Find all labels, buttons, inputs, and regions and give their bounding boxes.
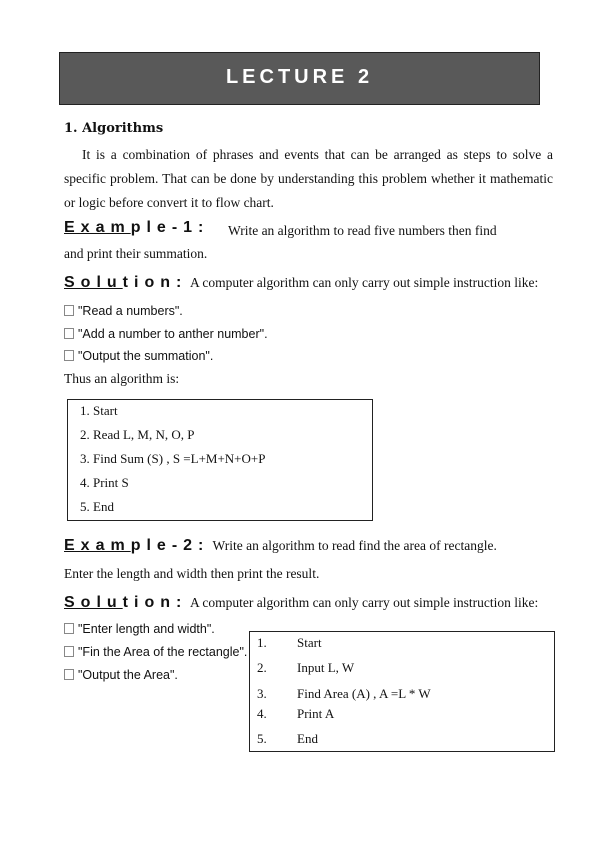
solution-2-text: A computer algorithm can only carry out … — [189, 595, 539, 610]
step-number: 4. — [257, 706, 267, 721]
step-number: 3. — [257, 686, 267, 701]
bullet-item: "Enter length and width". — [64, 622, 215, 636]
algorithm-box-2: 1. Start 2. Input L, W 3. Find Area (A) … — [249, 631, 555, 752]
bullet-item: "Output the Area". — [64, 668, 178, 682]
bullet-item: "Add a number to anther number". — [64, 327, 268, 341]
checkbox-icon — [64, 623, 74, 634]
example-2-text-b: Enter the length and width then print th… — [64, 566, 320, 581]
bullet-item: "Fin the Area of the rectangle". — [64, 645, 247, 659]
example-1-solution: Solution: A computer algorithm can only … — [64, 274, 538, 292]
algorithm-box-1: 1. Start 2. Read L, M, N, O, P 3. Find S… — [67, 399, 373, 521]
checkbox-icon — [64, 305, 74, 316]
lecture-banner: LECTURE 2 — [59, 52, 540, 105]
example-2-label: Example-2: — [64, 537, 210, 554]
algorithm-step: 4. Print S — [80, 475, 129, 490]
checkbox-icon — [64, 328, 74, 339]
step-number: 5. — [257, 731, 267, 746]
step-text: Input L, W — [297, 660, 355, 675]
example-2-text: Write an algorithm to read find the area… — [212, 538, 497, 553]
solution-1-label: Solution: — [64, 274, 188, 291]
solution-2-label: Solution: — [64, 594, 188, 611]
checkbox-icon — [64, 646, 74, 657]
step-number: 1. — [257, 635, 267, 650]
step-text: Find Area (A) , A =L * W — [297, 686, 431, 701]
algorithm-step: 2. Read L, M, N, O, P — [80, 427, 195, 442]
checkbox-icon — [64, 669, 74, 680]
algorithm-step: 1. Start — [80, 403, 118, 418]
example-1-label: Example-1: — [64, 219, 210, 236]
algorithm-step: 5. End — [80, 499, 114, 514]
step-text: End — [297, 731, 318, 746]
bullet-item: "Output the summation". — [64, 349, 213, 363]
example-1-text-b: and print their summation. — [64, 246, 208, 261]
checkbox-icon — [64, 350, 74, 361]
bullet-item: "Read a numbers". — [64, 304, 183, 318]
step-number: 2. — [257, 660, 267, 675]
example-1-text-a: Write an algorithm to read five numbers … — [228, 223, 497, 238]
step-text: Start — [297, 635, 322, 650]
example-2-solution: Solution: A computer algorithm can only … — [64, 594, 538, 612]
lecture-title: LECTURE 2 — [225, 66, 374, 88]
solution-1-text: A computer algorithm can only carry out … — [189, 275, 539, 290]
thus-text: Thus an algorithm is: — [64, 371, 180, 386]
intro-paragraph: It is a combination of phrases and event… — [64, 147, 553, 210]
section-heading: 1. Algorithms — [64, 121, 164, 136]
step-text: Print A — [297, 706, 335, 721]
algorithm-step: 3. Find Sum (S) , S =L+M+N+O+P — [80, 451, 266, 466]
example-2-line: Example-2: Write an algorithm to read fi… — [64, 537, 497, 555]
